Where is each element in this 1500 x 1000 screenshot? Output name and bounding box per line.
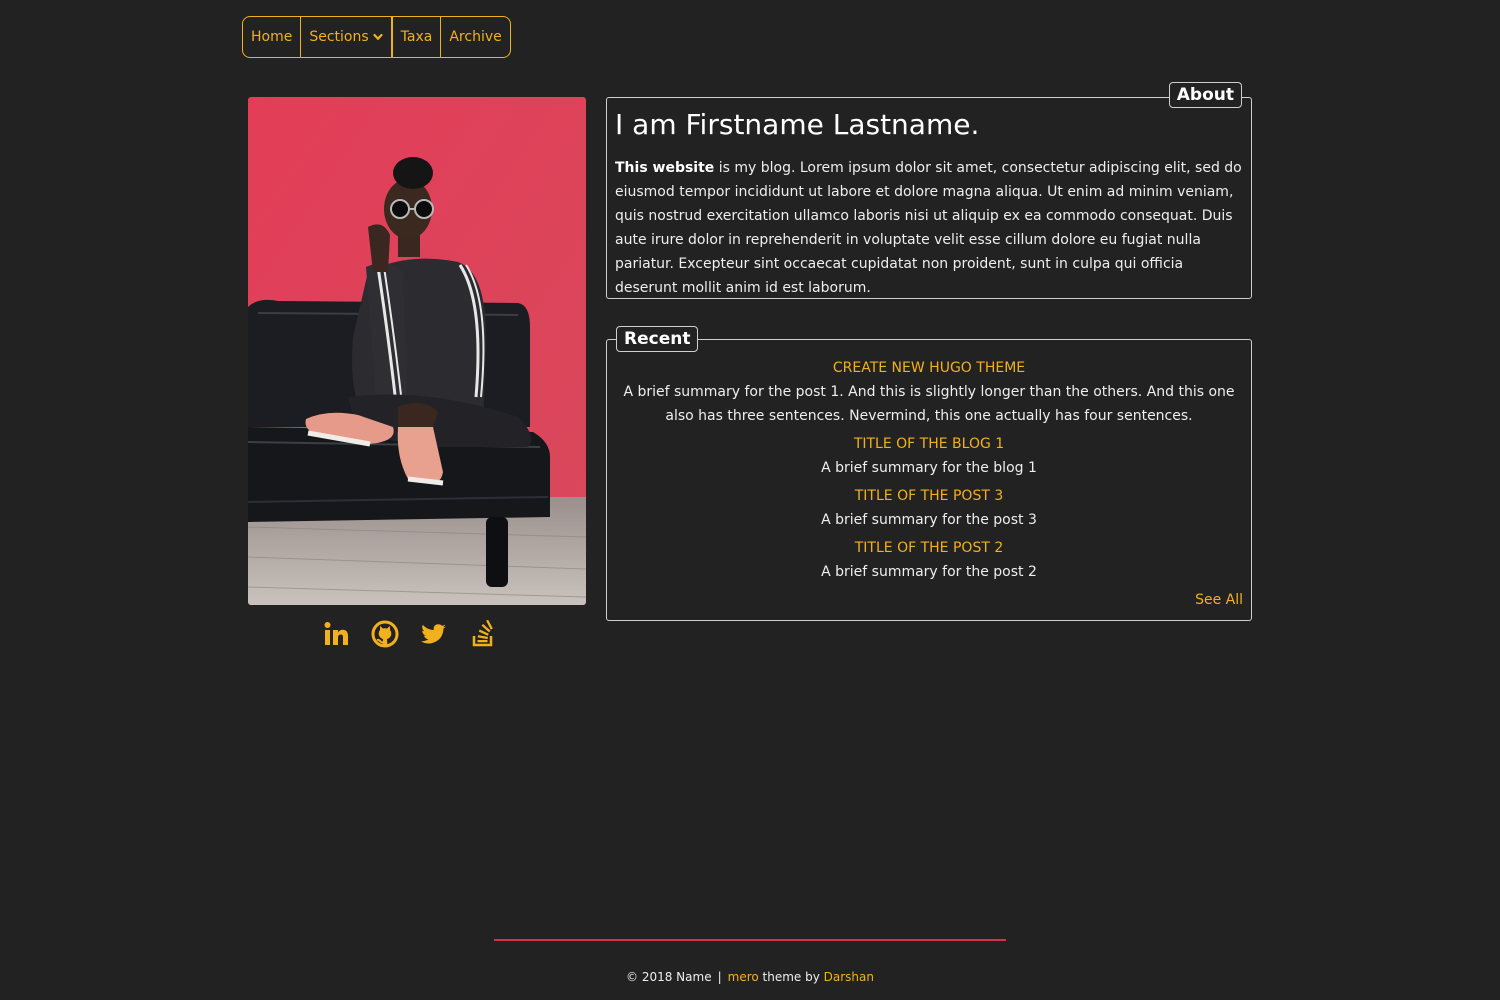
twitter-icon[interactable]: [420, 620, 448, 648]
post-title-link[interactable]: TITLE OF THE POST 3: [619, 484, 1239, 508]
chevron-down-icon: [373, 33, 383, 40]
nav-sections[interactable]: Sections: [301, 17, 393, 57]
post-summary: A brief summary for the post 2: [821, 564, 1037, 580]
nav-archive-label: Archive: [449, 29, 502, 45]
social-links: [322, 620, 497, 648]
post-summary: A brief summary for the blog 1: [821, 460, 1037, 476]
nav-taxa[interactable]: Taxa: [393, 17, 442, 57]
recent-legend: Recent: [616, 326, 699, 352]
list-item: TITLE OF THE BLOG 1 A brief summary for …: [619, 432, 1239, 480]
profile-photo: [248, 97, 586, 605]
post-summary: A brief summary for the post 1. And this…: [623, 384, 1235, 424]
nav-taxa-label: Taxa: [400, 29, 433, 45]
about-body: is my blog. Lorem ipsum dolor sit amet, …: [615, 160, 1242, 296]
list-item: CREATE NEW HUGO THEME A brief summary fo…: [619, 356, 1239, 428]
post-title-link[interactable]: CREATE NEW HUGO THEME: [619, 356, 1239, 380]
footer: © 2018 Name | mero theme by Darshan: [0, 966, 1500, 988]
about-heading: I am Firstname Lastname.: [615, 108, 980, 141]
page: Home Sections Taxa Archive About I am Fi…: [0, 0, 1500, 1000]
main-nav: Home Sections Taxa Archive: [242, 16, 511, 58]
github-icon[interactable]: [371, 620, 399, 648]
stackoverflow-icon[interactable]: [469, 620, 497, 648]
footer-divider: [494, 939, 1006, 941]
about-section: About I am Firstname Lastname. This webs…: [606, 82, 1252, 300]
author-link[interactable]: Darshan: [824, 970, 874, 984]
nav-home-label: Home: [251, 29, 293, 45]
list-item: TITLE OF THE POST 3 A brief summary for …: [619, 484, 1239, 532]
about-legend: About: [1168, 82, 1242, 108]
linkedin-icon[interactable]: [322, 620, 350, 648]
nav-home[interactable]: Home: [243, 17, 302, 57]
post-summary: A brief summary for the post 3: [821, 512, 1037, 528]
footer-separator: |: [717, 970, 722, 984]
footer-theme-text: theme by: [758, 970, 824, 984]
about-text: This website is my blog. Lorem ipsum dol…: [615, 156, 1247, 300]
post-title-link[interactable]: TITLE OF THE POST 2: [619, 536, 1239, 560]
nav-sections-label: Sections: [309, 29, 369, 45]
recent-section: Recent CREATE NEW HUGO THEME A brief sum…: [606, 326, 1252, 621]
list-item: TITLE OF THE POST 2 A brief summary for …: [619, 536, 1239, 584]
see-all-link[interactable]: See All: [1195, 588, 1243, 612]
footer-copyright: © 2018 Name: [626, 970, 712, 984]
about-bold-intro: This website: [615, 160, 715, 176]
theme-link[interactable]: mero: [728, 970, 759, 984]
post-title-link[interactable]: TITLE OF THE BLOG 1: [619, 432, 1239, 456]
nav-archive[interactable]: Archive: [441, 17, 509, 57]
